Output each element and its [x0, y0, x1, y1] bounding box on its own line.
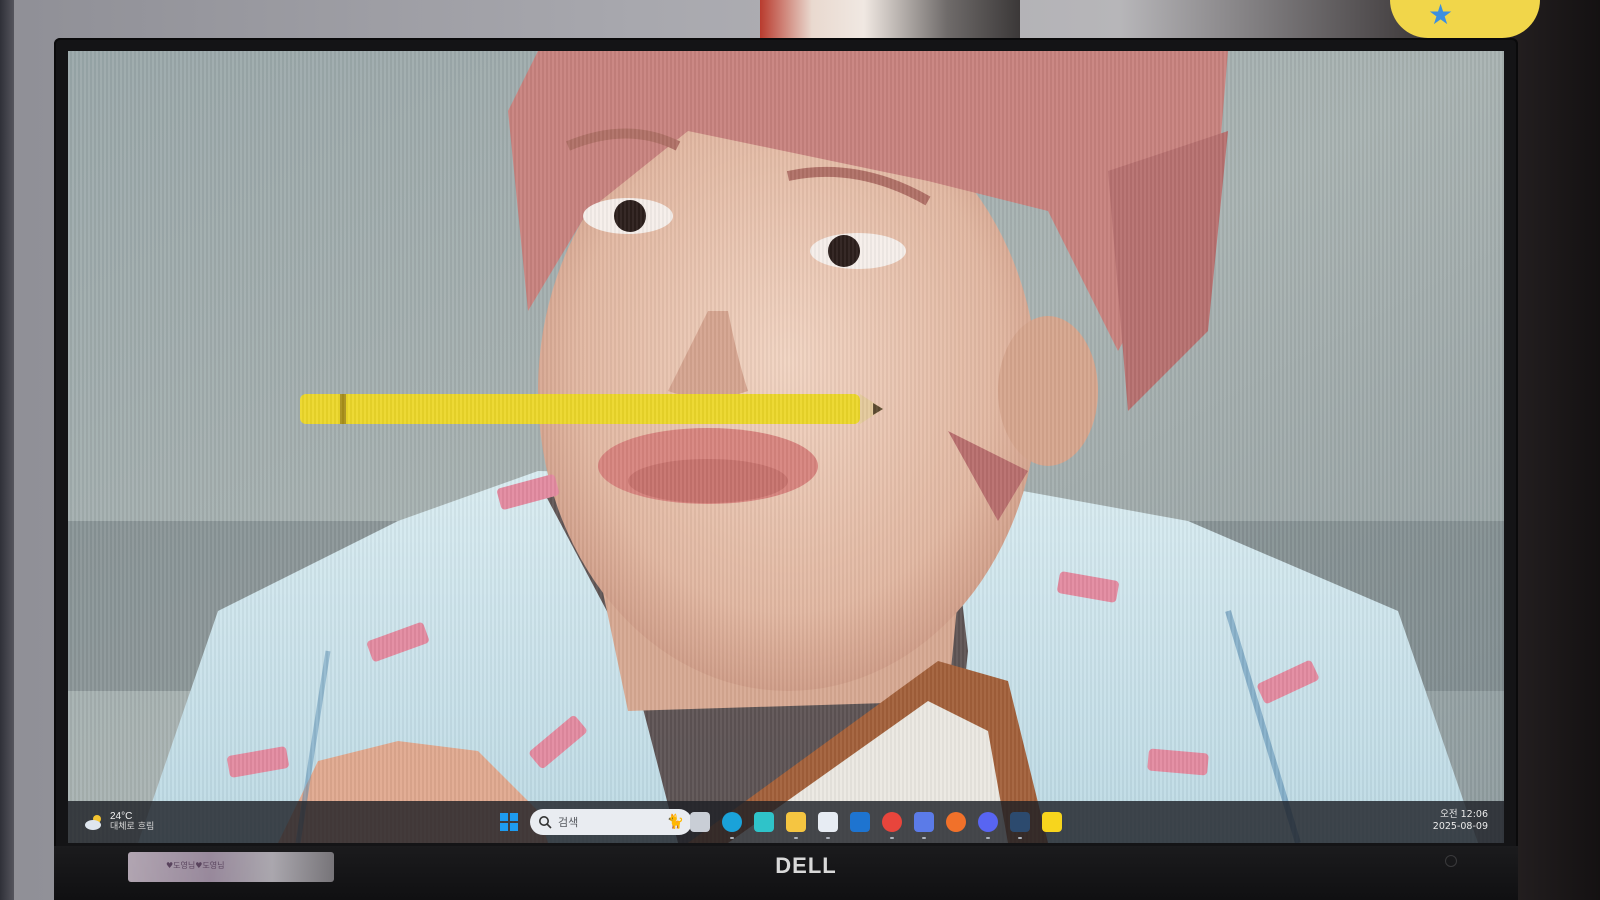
bird-icon[interactable] [754, 812, 774, 832]
running-indicator [986, 837, 990, 839]
sticker-text: ♥도영님♥도영님 [166, 861, 225, 870]
yellow-figurine: ★ [1390, 0, 1540, 38]
running-indicator [826, 837, 830, 839]
dell-logo: DELL [775, 853, 837, 878]
edge-icon[interactable] [722, 812, 742, 832]
kakaotalk-icon[interactable] [1042, 812, 1062, 832]
system-clock[interactable]: 오전 12:06 2025-08-09 [1433, 809, 1488, 833]
firefox-icon[interactable] [946, 812, 966, 832]
wall-left [0, 0, 14, 900]
desk-clutter [760, 0, 1020, 40]
steam-icon[interactable] [1010, 812, 1030, 832]
wallpaper-image [68, 51, 1504, 843]
clock-time: 오전 12:06 [1440, 809, 1488, 820]
taskbar: 24°C 대체로 흐림 검색 🐈 오전 12:06 2025-08-09 [68, 801, 1504, 843]
running-indicator [890, 837, 894, 839]
task-view-icon[interactable] [690, 812, 710, 832]
search-icon [539, 816, 552, 829]
discord-icon[interactable] [978, 812, 998, 832]
cloud-sun-icon [85, 815, 101, 830]
weather-temperature: 24°C [110, 811, 133, 822]
desk-sticker: ♥도영님♥도영님 [128, 852, 334, 882]
power-button-icon[interactable] [1445, 855, 1457, 867]
running-indicator [794, 837, 798, 839]
folder-icon[interactable] [786, 812, 806, 832]
chrome-icon[interactable] [882, 812, 902, 832]
windows-start-icon[interactable] [500, 813, 518, 831]
search-placeholder: 검색 [558, 816, 579, 829]
monitor-screen: 24°C 대체로 흐림 검색 🐈 오전 12:06 2025-08-09 [68, 51, 1504, 843]
store-icon[interactable] [818, 812, 838, 832]
running-indicator [922, 837, 926, 839]
taskbar-search[interactable]: 검색 🐈 [530, 809, 692, 835]
running-indicator [1018, 837, 1022, 839]
weather-condition: 대체로 흐림 [110, 822, 155, 832]
copilot-icon[interactable] [914, 812, 934, 832]
clock-date: 2025-08-09 [1432, 821, 1488, 832]
outlook-icon[interactable] [850, 812, 870, 832]
search-highlight-icon: 🐈 [666, 814, 684, 830]
weather-widget[interactable]: 24°C 대체로 흐림 [84, 807, 154, 837]
running-indicator [730, 837, 734, 839]
star-icon: ★ [1428, 0, 1454, 31]
